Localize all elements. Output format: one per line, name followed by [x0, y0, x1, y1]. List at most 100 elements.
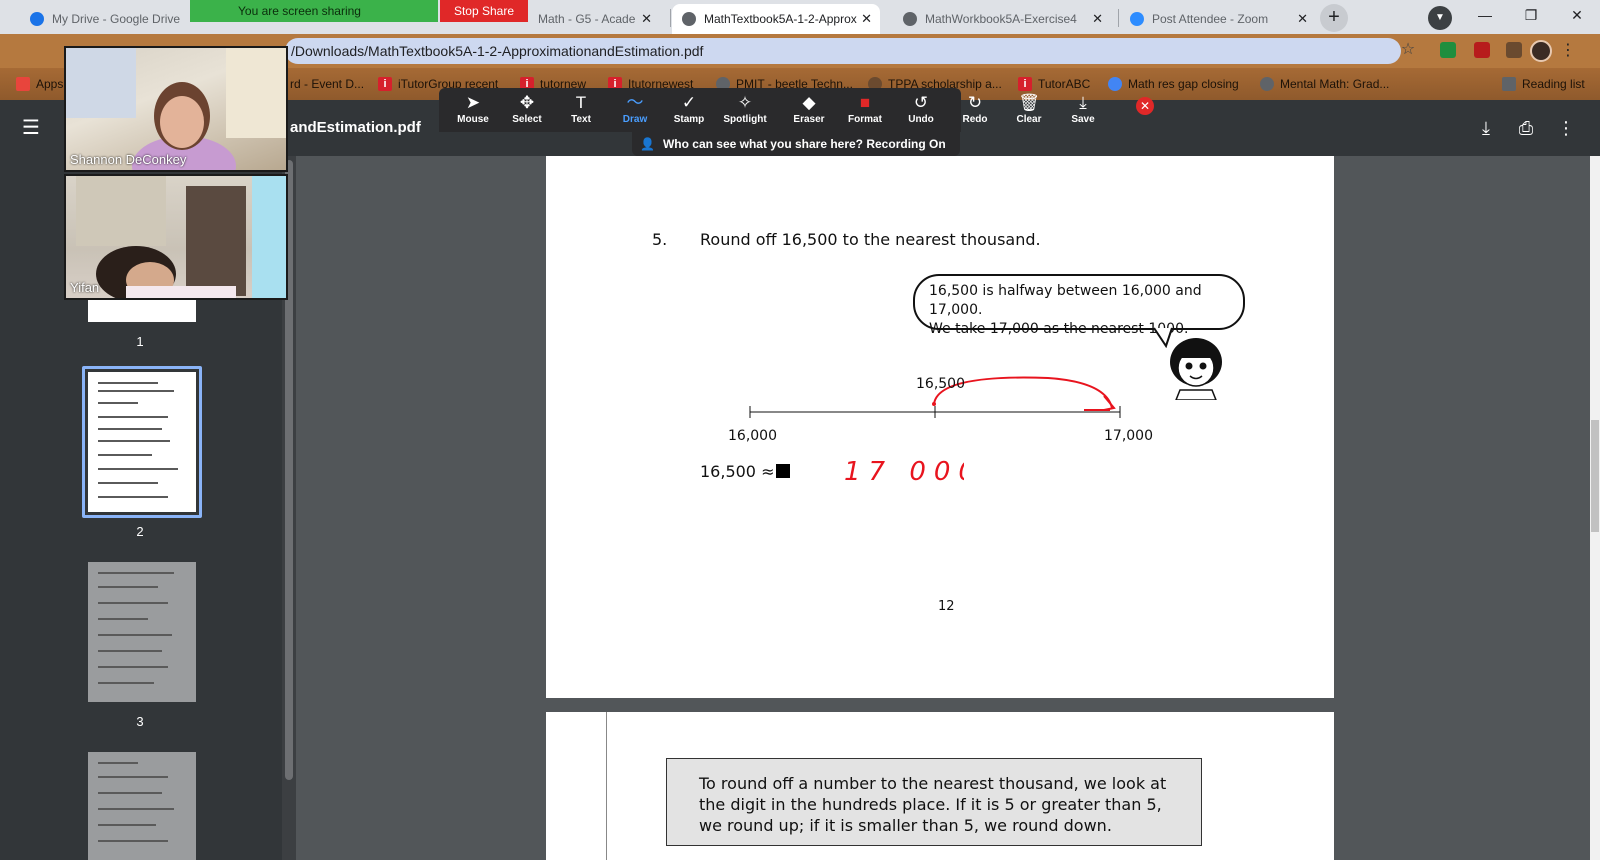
globe-icon — [1260, 77, 1274, 91]
menu-icon[interactable]: ☰ — [22, 118, 46, 138]
eraser-icon: ◆ — [802, 93, 816, 112]
screen-share-banner[interactable]: You are screen sharing — [190, 0, 438, 22]
tool-spotlight[interactable]: ✧ Spotlight — [718, 92, 772, 130]
tool-eraser[interactable]: ◆ Eraser — [782, 92, 836, 130]
question-number: 5. — [652, 230, 668, 249]
tool-format[interactable]: ■ Format — [838, 92, 892, 130]
speech-bubble: 16,500 is halfway between 16,000 and 17,… — [913, 274, 1245, 337]
tab-title: My Drive - Google Drive — [52, 12, 181, 26]
page-thumbnail-4[interactable] — [88, 752, 196, 860]
google-drive-icon — [30, 12, 44, 26]
tab-search-icon[interactable]: ▼ — [1428, 6, 1452, 30]
draw-icon: 〜 — [626, 93, 644, 112]
bubble-line: 16,500 is halfway between 16,000 and 17,… — [929, 283, 1202, 318]
print-icon[interactable]: ⎙ — [1514, 116, 1538, 140]
tool-stamp[interactable]: ✓ Stamp — [662, 92, 716, 130]
globe-icon — [682, 12, 696, 26]
extension-puzzle-icon[interactable] — [1506, 42, 1522, 58]
tab-math-workbook[interactable]: MathWorkbook5A-Exercise4 ✕ — [893, 4, 1111, 34]
tool-label: Save — [1071, 114, 1095, 125]
tool-save[interactable]: ⤓ Save — [1056, 92, 1110, 130]
close-icon[interactable]: ✕ — [641, 11, 652, 27]
girl-cartoon-icon — [1170, 338, 1222, 400]
extension-evernote-icon[interactable] — [1440, 42, 1456, 58]
close-icon[interactable]: ✕ — [1092, 11, 1103, 27]
tool-label: Redo — [962, 114, 988, 125]
zoom-icon — [1130, 12, 1144, 26]
participant-name: Yifan — [70, 280, 100, 295]
tool-text[interactable]: T Text — [554, 92, 608, 130]
bookmark-mental-math[interactable]: Mental Math: Grad... — [1260, 75, 1389, 93]
close-icon[interactable]: ✕ — [1297, 11, 1308, 27]
bookmark-math-res[interactable]: Math res gap closing — [1108, 75, 1239, 93]
address-bar[interactable]: /Downloads/MathTextbook5A-1-2-Approximat… — [285, 38, 1401, 64]
mouse-pointer-icon: ➤ — [465, 93, 481, 112]
tab-my-drive[interactable]: My Drive - Google Drive — [20, 4, 185, 34]
tab-title: MathTextbook5A-1-2-Approx — [704, 12, 857, 26]
close-icon[interactable]: ✕ — [861, 11, 872, 27]
window-close-icon[interactable]: ✕ — [1554, 0, 1600, 32]
page-thumbnail-3[interactable] — [88, 562, 196, 702]
page-thumbnail-2[interactable] — [88, 372, 196, 512]
tool-label: Stamp — [673, 114, 705, 125]
handwritten-answer: 17 000 — [844, 457, 964, 487]
stop-share-button[interactable]: Stop Share — [440, 0, 528, 22]
bookmark-event[interactable]: rd - Event D... — [290, 75, 364, 93]
participant-name: Shannon DeConkey — [70, 152, 187, 167]
tab-title: Post Attendee - Zoom — [1152, 12, 1269, 26]
page-number: 12 — [938, 599, 955, 614]
bookmark-tutorabc[interactable]: i TutorABC — [1018, 75, 1090, 93]
tool-redo[interactable]: ↻ Redo — [948, 92, 1002, 130]
tab-divider — [670, 9, 671, 27]
close-annotation-icon[interactable]: ✕ — [1136, 97, 1154, 115]
apps-grid-icon — [16, 77, 30, 91]
text-icon: T — [575, 93, 587, 112]
tool-label: Text — [571, 114, 591, 125]
bookmark-star-icon[interactable]: ☆ — [1398, 40, 1418, 60]
tool-select[interactable]: ✥ Select — [500, 92, 554, 130]
tool-label: Select — [512, 114, 542, 125]
tool-label: Spotlight — [723, 114, 767, 125]
tool-mouse[interactable]: ➤ Mouse — [446, 92, 500, 130]
number-line-label: 16,000 — [728, 428, 777, 444]
tab-title: MathWorkbook5A-Exercise4 — [925, 12, 1077, 26]
download-icon[interactable]: ⤓ — [1474, 116, 1498, 140]
participant-video-yifan[interactable]: Yifan — [64, 174, 288, 300]
share-status-text: You are screen sharing — [238, 4, 361, 18]
stamp-icon: ✓ — [681, 93, 697, 112]
tool-clear[interactable]: 🗑 Clear — [1002, 92, 1056, 130]
tool-label: Mouse — [457, 114, 489, 125]
tool-label: Clear — [1016, 114, 1042, 125]
share-visibility-notice[interactable]: 👤 Who can see what you share here? Record… — [632, 132, 960, 156]
page-thumbnail-1[interactable] — [88, 300, 196, 322]
globe-icon — [1108, 77, 1122, 91]
minimize-icon[interactable]: — — [1462, 0, 1508, 32]
participant-avatar — [76, 176, 286, 298]
profile-avatar[interactable] — [1530, 40, 1552, 62]
globe-icon — [903, 12, 917, 26]
viewer-scroll-thumb[interactable] — [1591, 420, 1599, 532]
move-icon: ✥ — [519, 93, 535, 112]
extension-ublock-icon[interactable] — [1474, 42, 1490, 58]
tab-title: Math - G5 - Acade — [538, 12, 636, 26]
restore-icon[interactable]: ❐ — [1508, 0, 1554, 32]
pdf-title: andEstimation.pdf — [290, 119, 421, 136]
new-tab-button[interactable]: + — [1320, 4, 1348, 32]
tool-label: Format — [848, 114, 882, 125]
tool-label: Undo — [908, 114, 934, 125]
bookmark-apps[interactable]: Apps — [16, 75, 63, 93]
thumbnail-page-number: 1 — [136, 334, 144, 349]
question-text: Round off 16,500 to the nearest thousand… — [700, 230, 1041, 249]
tool-draw[interactable]: 〜 Draw — [608, 92, 662, 130]
trash-icon: 🗑 — [1018, 93, 1040, 112]
page-margin-line — [606, 712, 607, 860]
tab-math-g5[interactable]: Math - G5 - Acade ✕ — [528, 4, 660, 34]
itutor-icon: i — [1018, 77, 1032, 91]
participant-video-shannon[interactable]: Shannon DeConkey — [64, 46, 288, 172]
browser-menu-icon[interactable]: ⋮ — [1560, 40, 1576, 62]
more-options-icon[interactable]: ⋮ — [1554, 116, 1578, 140]
tool-undo[interactable]: ↺ Undo — [894, 92, 948, 130]
bookmark-reading-list[interactable]: Reading list — [1502, 75, 1585, 93]
tab-math-textbook[interactable]: MathTextbook5A-1-2-Approx ✕ — [672, 4, 880, 34]
tab-post-attendee-zoom[interactable]: Post Attendee - Zoom ✕ — [1120, 4, 1316, 34]
